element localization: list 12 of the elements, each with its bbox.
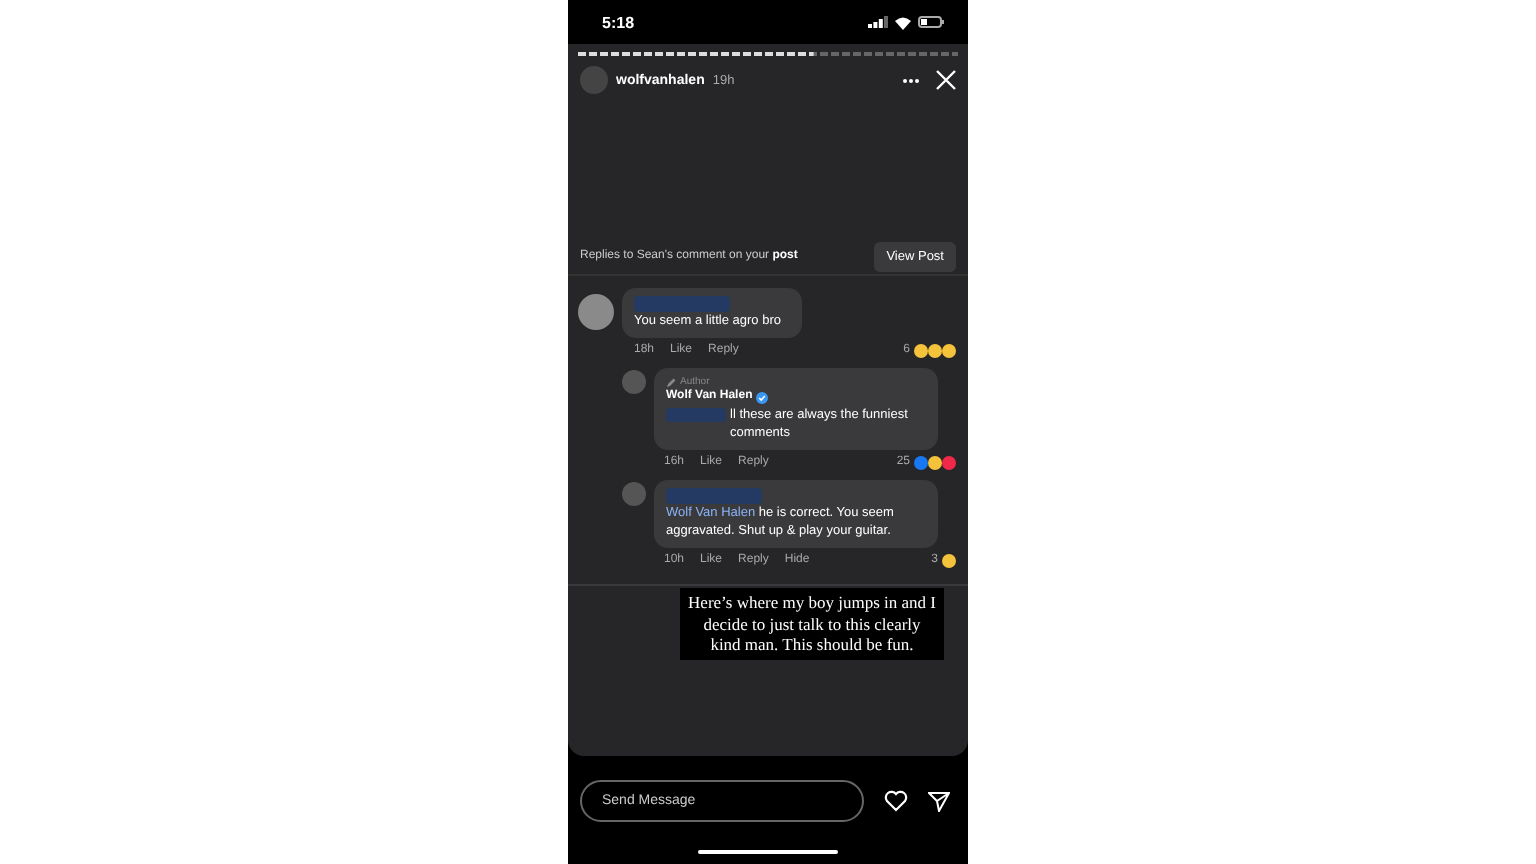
battery-icon [918,16,944,28]
commenter-avatar[interactable] [578,294,614,330]
send-icon[interactable] [928,791,950,811]
wifi-icon [894,15,912,29]
close-icon[interactable] [936,70,956,90]
status-time: 5:18 [602,13,635,31]
signal-icon [868,16,888,28]
more-icon[interactable] [902,77,920,83]
pencil-icon [666,377,676,387]
story-caption: Here’s where my boy jumps in and I decide to just talk to this clearly kind man. This should be fun. [680,588,944,659]
heart-icon[interactable] [884,790,908,812]
home-indicator [698,850,838,854]
